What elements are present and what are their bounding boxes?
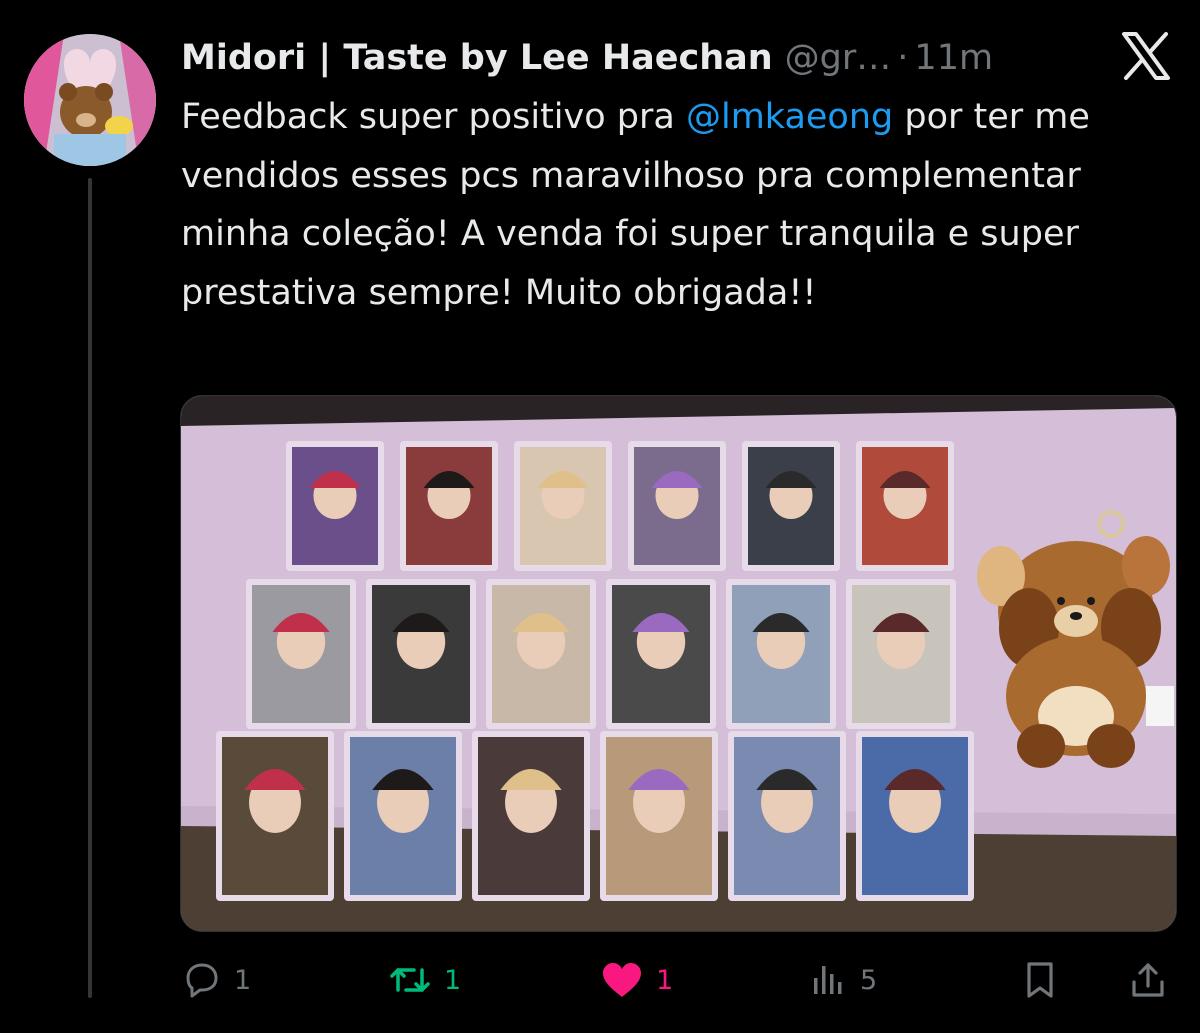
- photocard: [856, 731, 974, 901]
- tweet-header: Midori | Taste by Lee Haechan @gr… · 11m: [181, 30, 993, 86]
- photocard: [344, 731, 462, 901]
- photocard: [600, 731, 718, 901]
- heart-icon: [603, 963, 641, 997]
- reply-button[interactable]: 1: [182, 952, 251, 1008]
- photocard: [514, 441, 612, 571]
- share-icon: [1132, 963, 1164, 997]
- separator-dot: ·: [897, 38, 909, 78]
- photocard: [628, 441, 726, 571]
- tweet-text: Feedback super positivo pra @lmkaeong po…: [181, 88, 1171, 322]
- photocard: [400, 441, 498, 571]
- x-logo-icon[interactable]: [1120, 30, 1172, 82]
- photocard: [486, 579, 596, 729]
- bookmark-button[interactable]: [1020, 952, 1060, 1008]
- views-icon: [814, 966, 842, 994]
- retweet-button[interactable]: 1: [388, 952, 461, 1008]
- photocard: [728, 731, 846, 901]
- photocard: [216, 731, 334, 901]
- avatar-image: [24, 34, 156, 166]
- author-avatar[interactable]: [24, 34, 156, 166]
- tweet-time[interactable]: 11m: [914, 38, 993, 78]
- author-handle[interactable]: @gr…: [785, 38, 892, 78]
- photocard: [742, 441, 840, 571]
- photocard: [286, 441, 384, 571]
- views-button[interactable]: 5: [808, 952, 877, 1008]
- photocard: [366, 579, 476, 729]
- tweet-photo[interactable]: [180, 395, 1177, 932]
- photocard: [472, 731, 590, 901]
- bookmark-icon: [1027, 962, 1053, 998]
- like-button[interactable]: 1: [600, 952, 673, 1008]
- share-button[interactable]: [1128, 952, 1168, 1008]
- tweet-text-start: Feedback super positivo pra: [181, 97, 686, 137]
- mention-link[interactable]: @lmkaeong: [686, 97, 893, 137]
- author-name[interactable]: Midori | Taste by Lee Haechan: [181, 38, 773, 78]
- thread-line: [88, 178, 92, 998]
- photocard: [606, 579, 716, 729]
- photocards-photo: [181, 396, 1176, 931]
- views-count: 5: [860, 964, 878, 996]
- action-bar: 1 1 1 5: [180, 952, 1175, 1008]
- reply-count: 1: [234, 964, 252, 996]
- retweet-count: 1: [444, 964, 462, 996]
- photocard: [856, 441, 954, 571]
- reply-icon: [186, 963, 218, 998]
- like-count: 1: [656, 964, 674, 996]
- photocard: [246, 579, 356, 729]
- retweet-icon: [390, 968, 430, 992]
- photocard: [726, 579, 836, 729]
- photocard: [846, 579, 956, 729]
